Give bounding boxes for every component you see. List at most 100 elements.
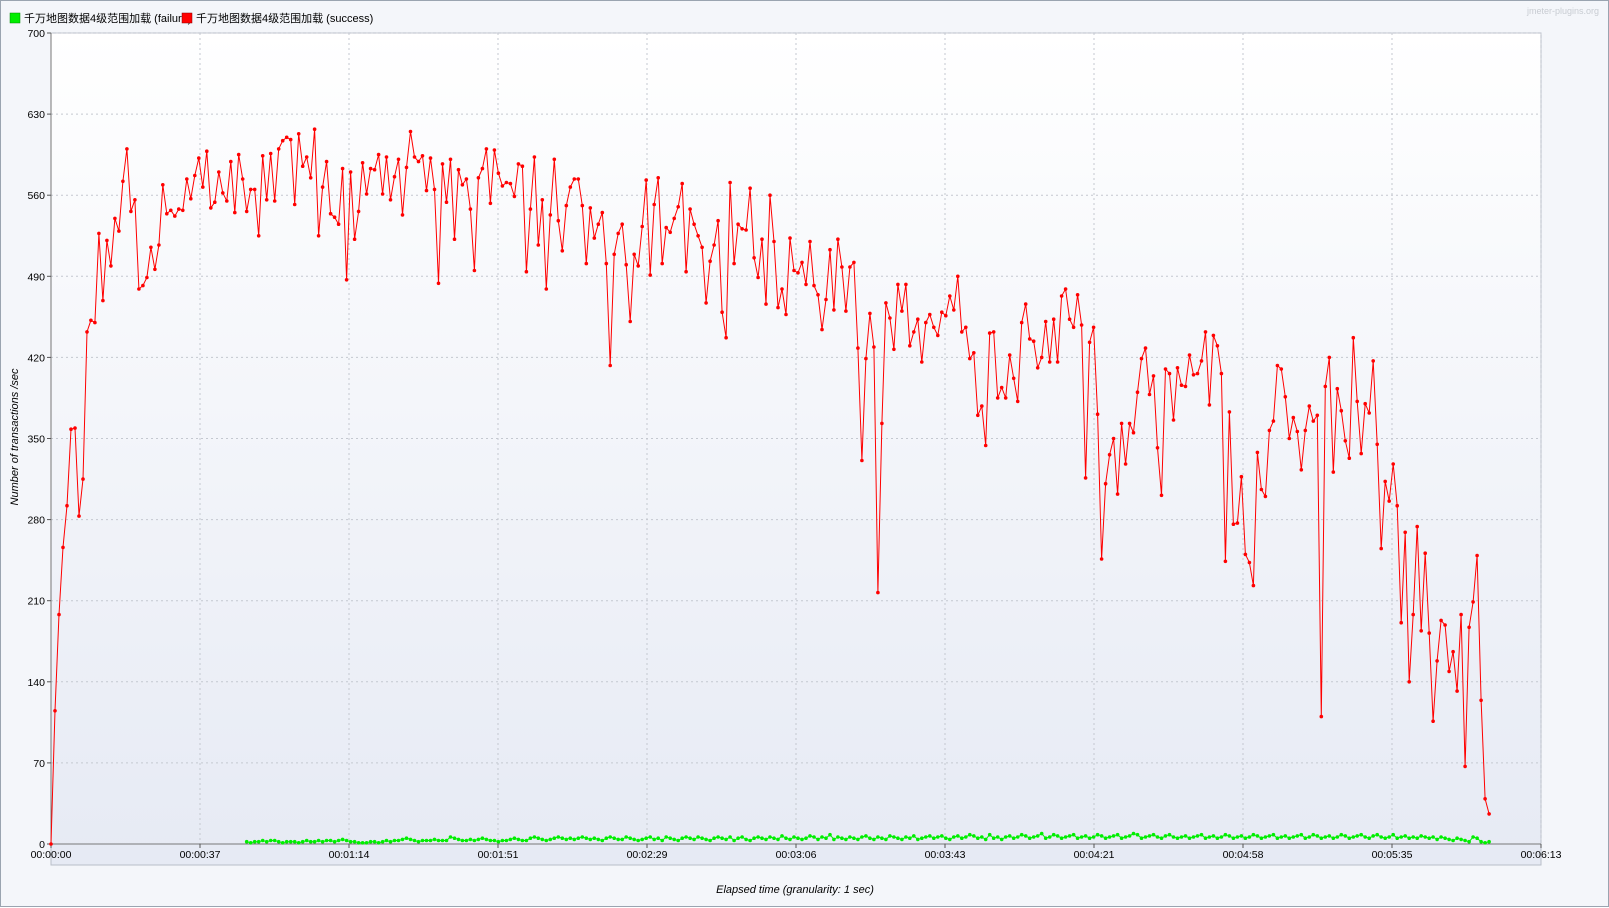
data-point-success bbox=[1235, 521, 1240, 525]
data-point-success bbox=[240, 177, 245, 181]
data-point-failure bbox=[932, 836, 936, 840]
data-point-success bbox=[520, 164, 525, 168]
data-point-success bbox=[888, 316, 892, 320]
data-point-failure bbox=[532, 835, 537, 839]
data-point-failure bbox=[1247, 835, 1252, 839]
data-point-success bbox=[1431, 719, 1435, 723]
legend-label-failure: 千万地图数据4级范围加载 (failure) bbox=[24, 11, 191, 25]
data-point-failure bbox=[572, 837, 577, 842]
data-point-success bbox=[65, 503, 69, 508]
data-point-failure bbox=[556, 835, 561, 839]
data-point-success bbox=[300, 164, 305, 168]
data-point-failure bbox=[1347, 836, 1352, 840]
data-point-success bbox=[904, 282, 908, 287]
x-tick-label: 00:00:37 bbox=[180, 849, 221, 861]
data-point-failure bbox=[684, 835, 688, 839]
data-point-failure bbox=[464, 838, 469, 843]
data-point-success bbox=[1131, 430, 1136, 435]
data-point-success bbox=[308, 176, 313, 180]
data-point-failure bbox=[416, 839, 421, 844]
data-point-success bbox=[1467, 625, 1471, 630]
data-point-success bbox=[1023, 302, 1028, 306]
data-point-failure bbox=[260, 838, 265, 843]
data-point-success bbox=[388, 198, 393, 202]
data-point-success bbox=[508, 181, 513, 186]
data-point-failure bbox=[320, 839, 325, 844]
data-point-failure bbox=[408, 837, 413, 842]
data-point-success bbox=[1155, 446, 1160, 450]
data-point-success bbox=[1027, 337, 1032, 341]
data-point-failure bbox=[1147, 834, 1152, 838]
data-point-failure bbox=[356, 841, 361, 845]
data-point-success bbox=[252, 187, 257, 192]
data-point-success bbox=[780, 287, 784, 291]
data-point-failure bbox=[1091, 835, 1096, 839]
data-point-success bbox=[580, 203, 585, 208]
data-point-success bbox=[153, 267, 157, 272]
data-point-success bbox=[360, 161, 365, 165]
data-point-success bbox=[1011, 376, 1016, 381]
data-point-failure bbox=[1315, 834, 1320, 838]
data-point-success bbox=[336, 222, 341, 226]
data-point-failure bbox=[360, 841, 365, 845]
data-point-success bbox=[1307, 404, 1312, 408]
data-point-failure bbox=[1007, 834, 1012, 838]
data-point-success bbox=[1075, 293, 1080, 297]
data-point-success bbox=[400, 213, 405, 217]
data-point-success bbox=[540, 198, 545, 202]
data-point-success bbox=[1127, 421, 1132, 426]
data-point-success bbox=[999, 385, 1004, 390]
data-point-failure bbox=[1487, 839, 1491, 844]
data-point-success bbox=[1391, 462, 1395, 466]
data-point-success bbox=[1239, 474, 1244, 479]
data-point-success bbox=[1135, 390, 1140, 395]
data-point-success bbox=[149, 245, 153, 250]
y-tick-label: 210 bbox=[27, 596, 45, 608]
data-point-success bbox=[632, 252, 636, 257]
data-point-success bbox=[612, 252, 616, 257]
data-point-failure bbox=[1355, 834, 1359, 838]
data-point-success bbox=[952, 308, 956, 312]
data-point-success bbox=[1103, 481, 1108, 486]
data-point-success bbox=[628, 319, 632, 324]
data-point-success bbox=[1039, 355, 1044, 360]
data-point-success bbox=[272, 199, 277, 203]
data-point-failure bbox=[628, 836, 632, 840]
data-point-failure bbox=[424, 838, 429, 843]
data-point-success bbox=[916, 317, 920, 322]
data-point-failure bbox=[264, 839, 269, 844]
data-point-failure bbox=[540, 837, 545, 842]
data-point-success bbox=[908, 344, 912, 348]
data-point-failure bbox=[1427, 836, 1431, 840]
data-point-failure bbox=[1075, 836, 1080, 840]
data-point-success bbox=[928, 312, 932, 317]
data-point-failure bbox=[248, 841, 253, 845]
data-point-failure bbox=[983, 837, 988, 842]
data-point-failure bbox=[700, 836, 704, 840]
data-point-failure bbox=[1039, 831, 1044, 836]
data-point-success bbox=[472, 268, 477, 273]
data-point-failure bbox=[960, 836, 964, 840]
data-point-failure bbox=[444, 838, 449, 843]
data-point-success bbox=[1071, 325, 1076, 330]
data-point-failure bbox=[268, 838, 273, 843]
data-point-failure bbox=[756, 835, 760, 839]
data-point-success bbox=[173, 214, 177, 218]
data-point-failure bbox=[280, 841, 285, 845]
data-point-success bbox=[1475, 553, 1479, 558]
data-point-failure bbox=[892, 835, 896, 839]
data-point-success bbox=[288, 137, 293, 142]
data-point-failure bbox=[995, 835, 1000, 839]
data-point-failure bbox=[1183, 834, 1188, 838]
data-point-success bbox=[1191, 373, 1196, 377]
data-point-success bbox=[812, 283, 816, 288]
data-point-failure bbox=[460, 838, 465, 843]
data-point-success bbox=[404, 165, 409, 170]
data-point-success bbox=[1035, 366, 1040, 370]
data-point-success bbox=[1055, 360, 1060, 364]
data-point-failure bbox=[816, 837, 820, 842]
data-point-success bbox=[995, 396, 1000, 400]
data-point-success bbox=[1295, 429, 1300, 434]
data-point-failure bbox=[1295, 834, 1300, 838]
data-point-success bbox=[125, 147, 129, 151]
